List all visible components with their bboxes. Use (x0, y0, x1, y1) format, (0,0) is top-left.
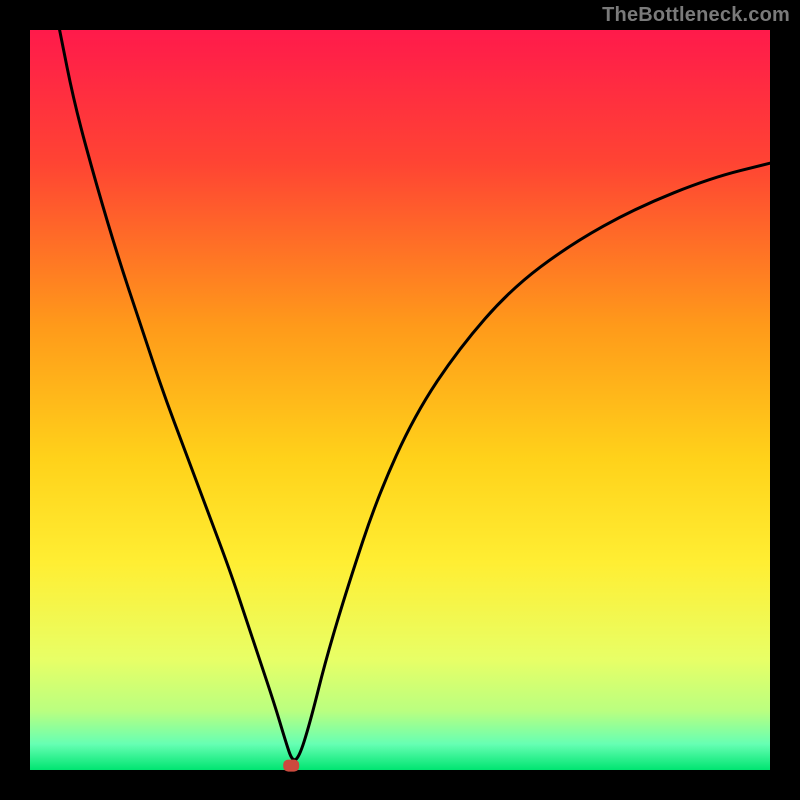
bottleneck-chart (0, 0, 800, 800)
plot-gradient-background (30, 30, 770, 770)
minimum-marker (283, 760, 299, 772)
chart-frame: TheBottleneck.com (0, 0, 800, 800)
